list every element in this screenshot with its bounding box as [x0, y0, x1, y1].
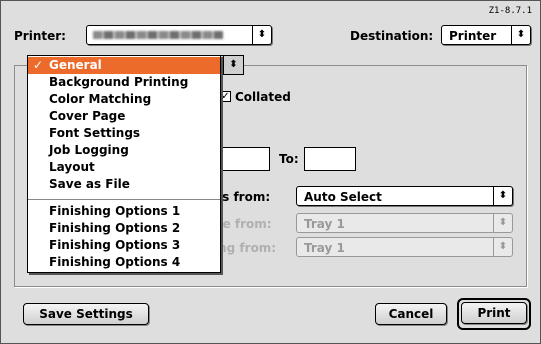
- first-page-from-label: ge from:: [214, 217, 272, 231]
- menu-item-color-matching[interactable]: Color Matching: [28, 91, 220, 108]
- menu-item-label: Background Printing: [49, 75, 189, 89]
- popup-arrow-icon: ⬍: [493, 187, 512, 205]
- cancel-button[interactable]: Cancel: [375, 303, 447, 325]
- all-pages-from-label: es from:: [214, 190, 271, 204]
- menu-item-cover-page[interactable]: Cover Page: [28, 108, 220, 125]
- popup-arrow-icon: ⬍: [223, 56, 243, 74]
- print-button[interactable]: Print: [461, 302, 527, 324]
- menu-item-label: Cover Page: [49, 109, 126, 123]
- menu-item-label: Layout: [49, 160, 95, 174]
- menu-item-job-logging[interactable]: Job Logging: [28, 142, 220, 159]
- destination-value: Printer: [449, 29, 497, 43]
- menu-item-finishing-options-3[interactable]: Finishing Options 3: [28, 237, 220, 254]
- save-settings-button[interactable]: Save Settings: [23, 303, 149, 325]
- menu-item-label: Finishing Options 2: [49, 221, 181, 235]
- menu-item-background-printing[interactable]: Background Printing: [28, 74, 220, 91]
- printer-label: Printer:: [14, 29, 66, 43]
- menu-item-label: Finishing Options 4: [49, 255, 181, 269]
- popup-arrow-icon: ⬍: [511, 26, 530, 44]
- print-default-ring: Print: [457, 298, 531, 330]
- printer-popup[interactable]: ⬍: [86, 25, 272, 45]
- pages-to-label: To:: [279, 152, 299, 166]
- menu-item-label: Color Matching: [49, 92, 152, 106]
- menu-item-general[interactable]: ✓ General: [28, 57, 220, 74]
- all-pages-source-value: Auto Select: [304, 190, 382, 204]
- pages-from-field[interactable]: [220, 147, 270, 171]
- menu-separator: [28, 199, 220, 200]
- menu-item-label: Font Settings: [49, 126, 141, 140]
- remaining-source-popup: Tray 1 ⬍: [296, 237, 513, 257]
- menu-item-label: Finishing Options 1: [49, 204, 181, 218]
- version-label: Z1-8.7.1: [488, 6, 532, 16]
- menu-item-finishing-options-4[interactable]: Finishing Options 4: [28, 254, 220, 271]
- pages-to-field[interactable]: [304, 147, 356, 171]
- destination-label: Destination:: [350, 29, 434, 43]
- checkmark-icon: ✓: [33, 58, 44, 72]
- menu-item-label: Job Logging: [49, 143, 129, 157]
- collated-label: Collated: [235, 90, 291, 104]
- destination-popup[interactable]: Printer ⬍: [441, 25, 531, 45]
- menu-item-layout[interactable]: Layout: [28, 159, 220, 176]
- all-pages-source-popup[interactable]: Auto Select ⬍: [296, 186, 513, 206]
- popup-arrow-icon: ⬍: [252, 26, 271, 44]
- menu-item-finishing-options-1[interactable]: Finishing Options 1: [28, 203, 220, 220]
- remaining-from-label: ing from:: [214, 241, 277, 255]
- menu-item-label: Save as File: [49, 177, 130, 191]
- popup-arrow-icon: ⬍: [493, 214, 512, 232]
- menu-item-label: General: [49, 58, 102, 72]
- remaining-source-value: Tray 1: [304, 241, 345, 255]
- first-page-source-value: Tray 1: [304, 217, 345, 231]
- popup-arrow-icon: ⬍: [493, 238, 512, 256]
- settings-dropdown-menu: ✓ General Background Printing Color Matc…: [27, 55, 221, 273]
- printer-name-redacted: [93, 31, 223, 39]
- menu-item-label: Finishing Options 3: [49, 238, 181, 252]
- collated-checkbox[interactable]: ✓: [220, 91, 231, 102]
- menu-item-finishing-options-2[interactable]: Finishing Options 2: [28, 220, 220, 237]
- menu-item-font-settings[interactable]: Font Settings: [28, 125, 220, 142]
- menu-item-save-as-file[interactable]: Save as File: [28, 176, 220, 193]
- print-dialog: Z1-8.7.1 Printer: ⬍ Destination: Printer…: [0, 0, 541, 344]
- first-page-source-popup: Tray 1 ⬍: [296, 213, 513, 233]
